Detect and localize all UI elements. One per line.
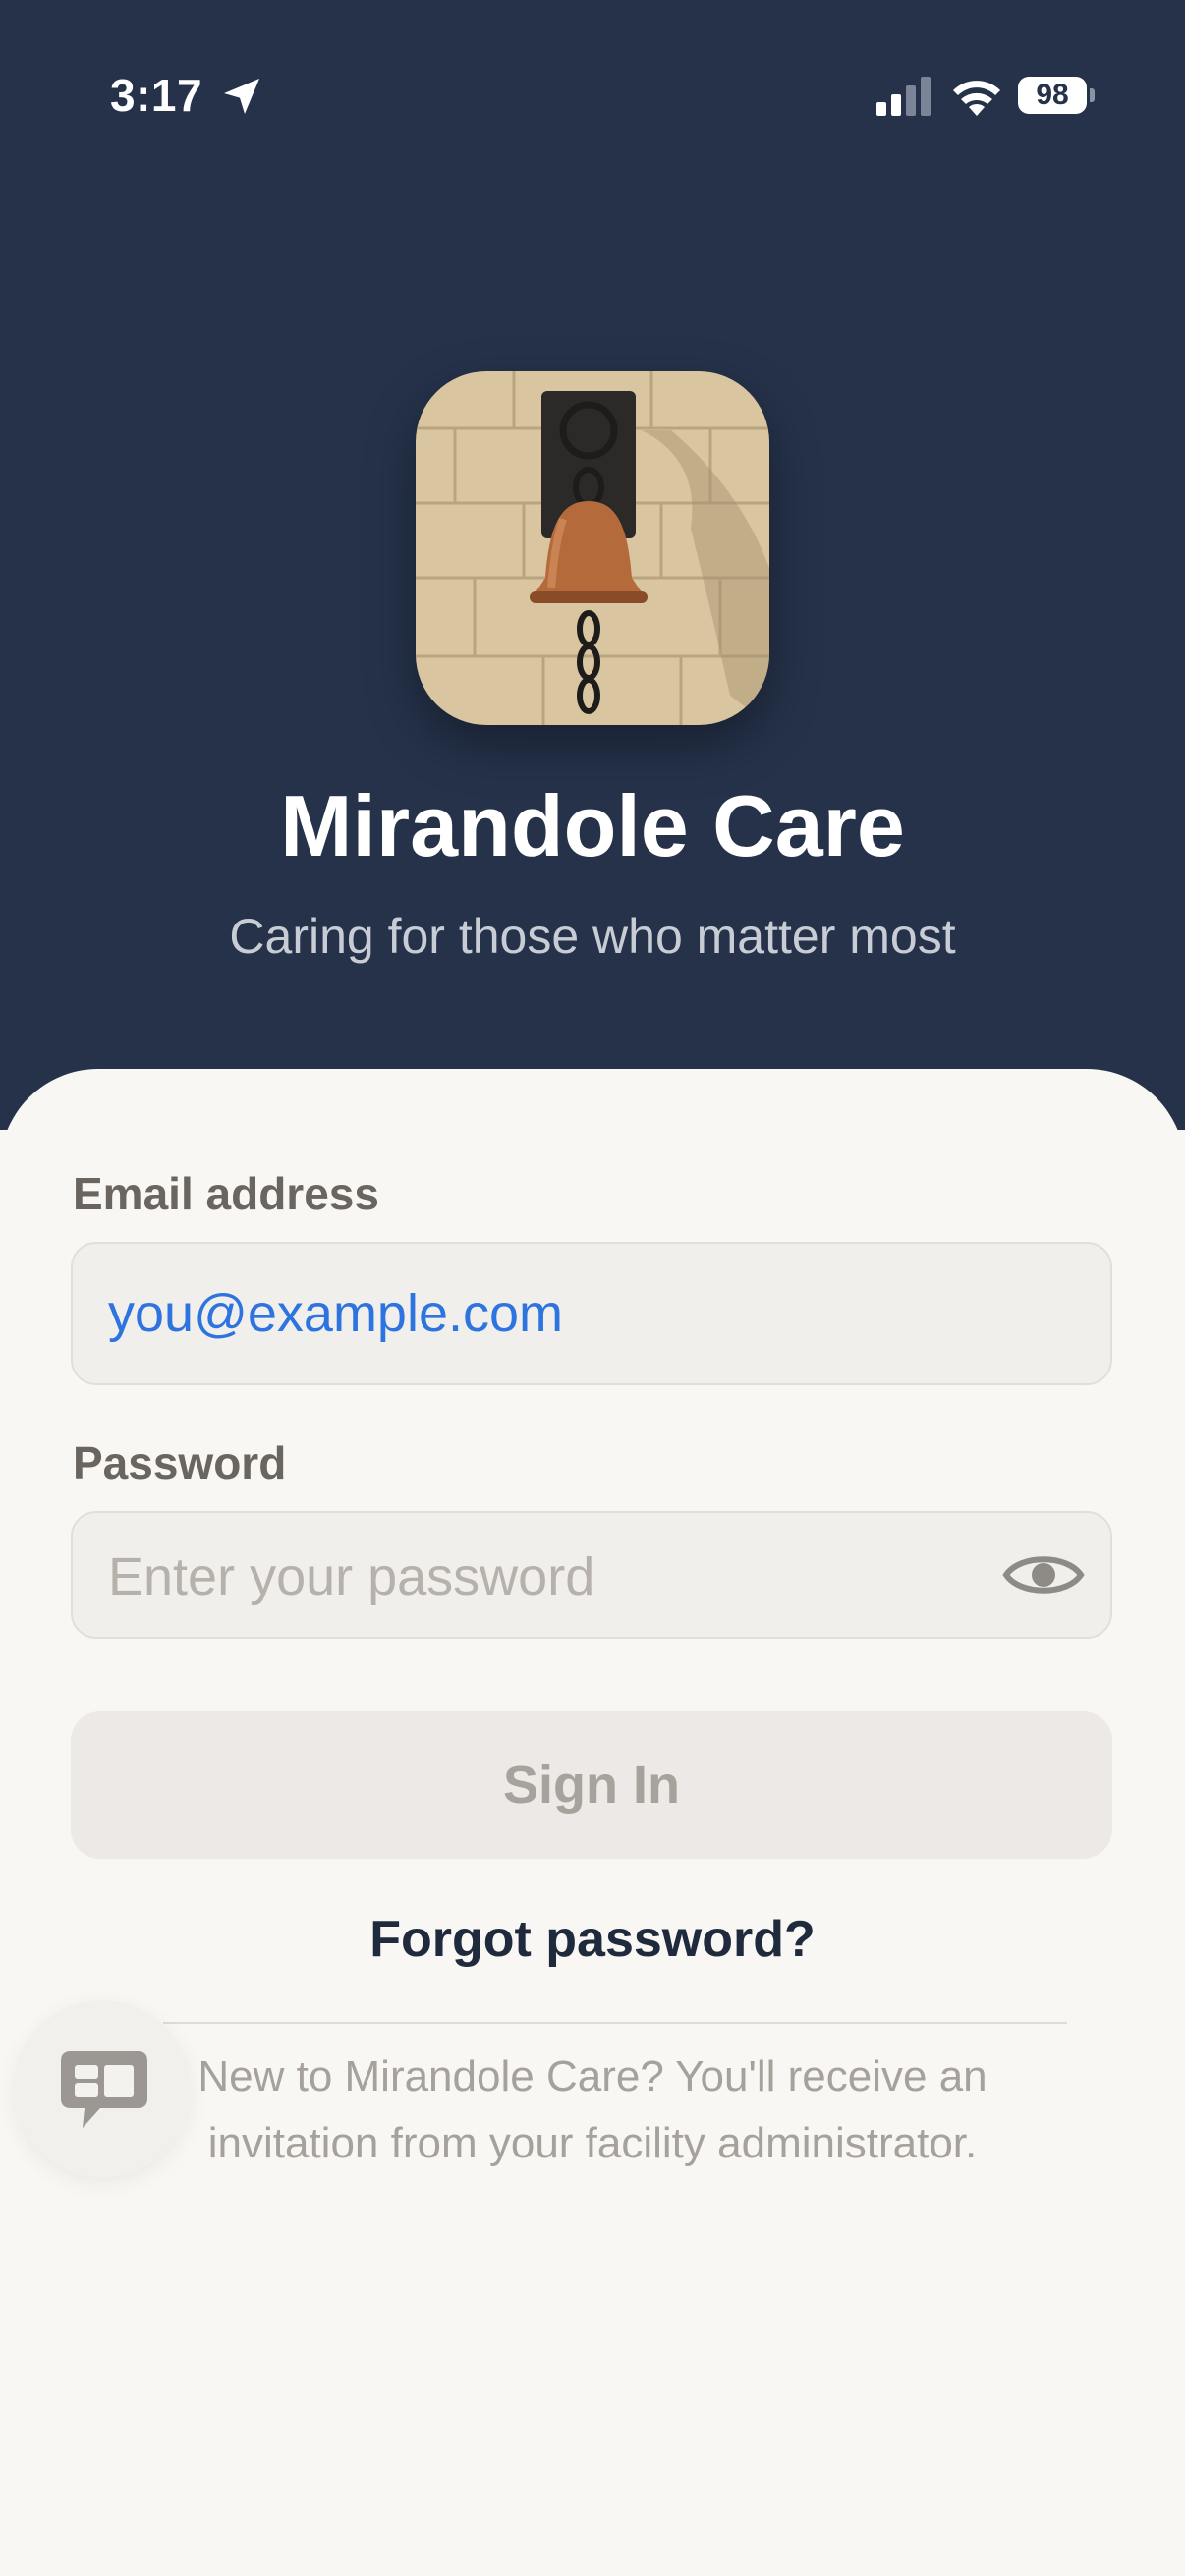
- sign-in-button[interactable]: Sign In: [71, 1711, 1112, 1859]
- email-label: Email address: [73, 1168, 379, 1219]
- email-field[interactable]: you@example.com: [71, 1242, 1112, 1385]
- chat-support-icon: [61, 2051, 147, 2128]
- status-bar: 3:17 98: [0, 0, 1185, 196]
- chat-support-button[interactable]: [14, 2000, 191, 2177]
- location-arrow-icon: [224, 79, 259, 114]
- app-logo-bell-icon: [416, 371, 769, 725]
- email-value: you@example.com: [108, 1284, 564, 1343]
- cellular-signal-icon: [876, 77, 931, 116]
- eye-icon[interactable]: [1002, 1546, 1085, 1603]
- forgot-password-link[interactable]: Forgot password?: [0, 1910, 1185, 1969]
- password-label: Password: [73, 1437, 287, 1488]
- password-field[interactable]: Enter your password: [71, 1511, 1112, 1639]
- divider: [163, 2022, 1067, 2024]
- password-placeholder: Enter your password: [108, 1547, 595, 1606]
- battery-icon: 98: [1018, 77, 1097, 114]
- status-time: 3:17: [110, 70, 203, 121]
- wifi-icon: [953, 81, 1000, 116]
- battery-level: 98: [1018, 77, 1087, 114]
- invitation-info-text: New to Mirandole Care? You'll receive an…: [198, 2052, 988, 2167]
- app-title: Mirandole Care: [280, 777, 905, 874]
- app-subtitle: Caring for those who matter most: [229, 909, 956, 964]
